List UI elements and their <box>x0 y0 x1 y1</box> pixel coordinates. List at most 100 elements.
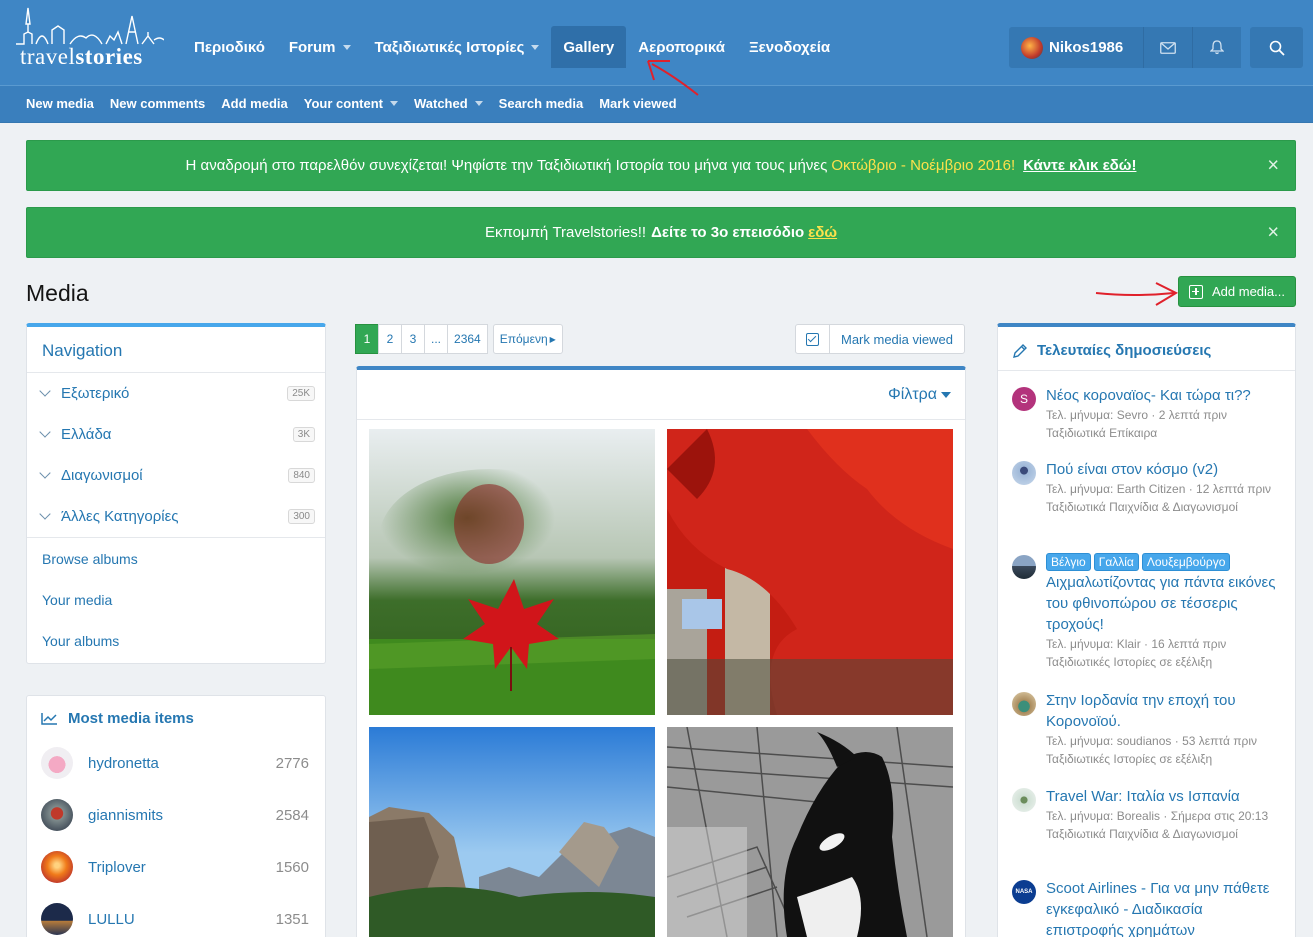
media-thumbnail[interactable] <box>667 429 953 715</box>
tag-france[interactable]: Γαλλία <box>1093 553 1139 571</box>
subnav-label: Search media <box>498 95 584 111</box>
thread-meta[interactable]: Τελ. μήνυμα: Sevro · 2 λεπτά πριν <box>1046 406 1282 424</box>
member-row[interactable]: giannismits 2584 <box>27 789 325 841</box>
your-albums-link[interactable]: Your albums <box>27 620 325 661</box>
thread-title-link[interactable]: Αιχμαλωτίζοντας για πάντα εικόνες του φθ… <box>1046 572 1282 635</box>
notice-link[interactable]: εδώ <box>808 224 837 241</box>
member-name[interactable]: LULLU <box>88 911 135 928</box>
mark-media-viewed-button[interactable]: Mark media viewed <box>795 324 965 354</box>
category-diagonismoi[interactable]: Διαγωνισμοί 840 <box>27 455 325 496</box>
caret-down-icon[interactable] <box>389 100 398 106</box>
nav-tab-label: Forum <box>288 38 336 56</box>
member-name[interactable]: hydronetta <box>88 755 159 772</box>
tag-luxembourg[interactable]: Λουξεμβούργο <box>1141 553 1231 571</box>
member-name[interactable]: Triplover <box>88 859 146 876</box>
thread-title-link[interactable]: Πού είναι στον κόσμο (v2) <box>1046 459 1282 480</box>
chart-line-icon <box>41 713 57 725</box>
nav-tab-hotels[interactable]: Ξενοδοχεία <box>737 26 842 68</box>
user-menu-button[interactable]: Nikos1986 <box>1009 27 1143 68</box>
subnav-your-content[interactable]: Your content <box>296 96 406 111</box>
navigation-block: Navigation Εξωτερικό 25K Ελλάδα 3K Διαγωνι… <box>26 323 326 664</box>
inbox-button[interactable] <box>1143 27 1192 68</box>
category-alles[interactable]: Άλλες Κατηγορίες 300 <box>27 496 325 537</box>
nav-tab-gallery[interactable]: Gallery <box>551 26 627 68</box>
avatar[interactable] <box>41 851 73 883</box>
chevron-right-icon: ▶ <box>549 334 556 344</box>
forum-link[interactable]: Ταξιδιωτικά Παιχνίδια & Διαγωνισμοί <box>1046 825 1282 843</box>
thread-meta[interactable]: Τελ. μήνυμα: Klair · 16 λεπτά πριν <box>1046 635 1282 653</box>
page-link-current[interactable]: 1 <box>355 324 379 354</box>
category-count-badge: 25K <box>287 386 315 401</box>
caret-down-icon[interactable] <box>474 100 483 106</box>
page-link[interactable]: 2 <box>378 324 402 354</box>
nav-tab-forum[interactable]: Forum <box>277 26 363 68</box>
next-page-button[interactable]: Επόμενη ▶ <box>492 324 563 354</box>
thread-title-link[interactable]: Νέος κοροναϊος- Και τώρα τι?? <box>1046 385 1282 406</box>
caret-down-icon[interactable] <box>342 44 351 50</box>
thread-meta[interactable]: Τελ. μήνυμα: soudianos · 53 λεπτά πριν <box>1046 732 1282 750</box>
avatar[interactable] <box>41 799 73 831</box>
add-media-button[interactable]: Add media... <box>1178 276 1296 307</box>
browse-albums-link[interactable]: Browse albums <box>27 538 325 579</box>
recent-posts-title: Τελευταίες δημοσιεύσεις <box>1037 342 1212 359</box>
member-row[interactable]: hydronetta 2776 <box>27 737 325 789</box>
forum-link[interactable]: Ταξιδιωτικές Ιστορίες σε εξέλιξη <box>1046 653 1282 671</box>
close-icon[interactable]: × <box>1267 221 1279 244</box>
tag-belgium[interactable]: Βέλγιο <box>1046 553 1091 571</box>
member-row[interactable]: LULLU 1351 <box>27 893 325 937</box>
avatar[interactable] <box>1012 788 1036 812</box>
avatar[interactable] <box>41 747 73 779</box>
chevron-down-icon[interactable] <box>39 467 51 479</box>
media-thumbnail[interactable] <box>369 727 655 937</box>
member-row[interactable]: Triplover 1560 <box>27 841 325 893</box>
caret-down-icon[interactable] <box>531 44 540 50</box>
subnav-watched[interactable]: Watched <box>406 96 491 111</box>
recent-posts-block: Τελευταίες δημοσιεύσεις S Νέος κοροναϊος… <box>997 323 1296 937</box>
thread-title-link[interactable]: Στην Ιορδανία την εποχή του Κορονοϊού. <box>1046 690 1282 732</box>
nav-tab-travel-stories[interactable]: Ταξιδιωτικές Ιστορίες <box>363 26 552 68</box>
page-link[interactable]: 3 <box>401 324 425 354</box>
category-count-badge: 3K <box>292 427 315 442</box>
media-thumbnail[interactable] <box>369 429 655 715</box>
thread-title-link[interactable]: Scoot Airlines - Για να μην πάθετε εγκεφ… <box>1046 878 1282 937</box>
chevron-down-icon[interactable] <box>39 385 51 397</box>
subnav-new-media[interactable]: New media <box>18 96 102 111</box>
avatar[interactable] <box>41 903 73 935</box>
chevron-down-icon[interactable] <box>39 426 51 438</box>
thread-title-link[interactable]: Travel War: Ιταλία vs Ισπανία <box>1046 786 1282 807</box>
close-icon[interactable]: × <box>1267 154 1279 177</box>
avatar[interactable]: NASA <box>1012 880 1036 904</box>
nav-tab-label: Ξενοδοχεία <box>749 38 831 56</box>
site-logo[interactable]: travelstories <box>14 6 165 72</box>
thread-meta[interactable]: Τελ. μήνυμα: Borealis · Σήμερα στις 20:1… <box>1046 807 1282 825</box>
chevron-down-icon[interactable] <box>39 508 51 520</box>
subnav-search-media[interactable]: Search media <box>491 96 592 111</box>
notice-story-vote: Η αναδρομή στο παρελθόν συνεχίζεται! Ψηφ… <box>26 140 1296 191</box>
member-name[interactable]: giannismits <box>88 807 163 824</box>
media-thumbnail[interactable] <box>667 727 953 937</box>
avatar[interactable] <box>1012 555 1036 579</box>
category-ellada[interactable]: Ελλάδα 3K <box>27 414 325 455</box>
nav-tab-periodiko[interactable]: Περιοδικό <box>182 26 277 68</box>
notice-highlight: Οκτώβριο - Νοέμβριο 2016! <box>831 157 1016 174</box>
forum-link[interactable]: Ταξιδιωτικές Ιστορίες σε εξέλιξη <box>1046 750 1282 768</box>
subnav-new-comments[interactable]: New comments <box>102 96 213 111</box>
forum-link[interactable]: Ταξιδιωτικά Παιχνίδια & Διαγωνισμοί <box>1046 498 1282 516</box>
most-media-header: Most media items <box>27 696 325 737</box>
notice-link[interactable]: Κάντε κλικ εδώ! <box>1023 157 1136 174</box>
avatar[interactable] <box>1012 692 1036 716</box>
forum-link[interactable]: Ταξιδιωτικά Επίκαιρα <box>1046 424 1282 442</box>
add-media-label: Add media... <box>1212 284 1285 299</box>
category-exoteriko[interactable]: Εξωτερικό 25K <box>27 373 325 414</box>
page-skip[interactable]: ... <box>424 324 449 354</box>
avatar[interactable]: S <box>1012 387 1036 411</box>
filters-dropdown[interactable]: Φίλτρα <box>888 386 951 404</box>
alerts-button[interactable] <box>1192 27 1241 68</box>
subnav-add-media[interactable]: Add media <box>213 96 295 111</box>
your-media-link[interactable]: Your media <box>27 579 325 620</box>
search-button[interactable] <box>1250 27 1303 68</box>
member-count: 2776 <box>275 754 309 772</box>
avatar[interactable] <box>1012 461 1036 485</box>
thread-meta[interactable]: Τελ. μήνυμα: Earth Citizen · 12 λεπτά πρ… <box>1046 480 1282 498</box>
page-link-last[interactable]: 2364 <box>447 324 488 354</box>
